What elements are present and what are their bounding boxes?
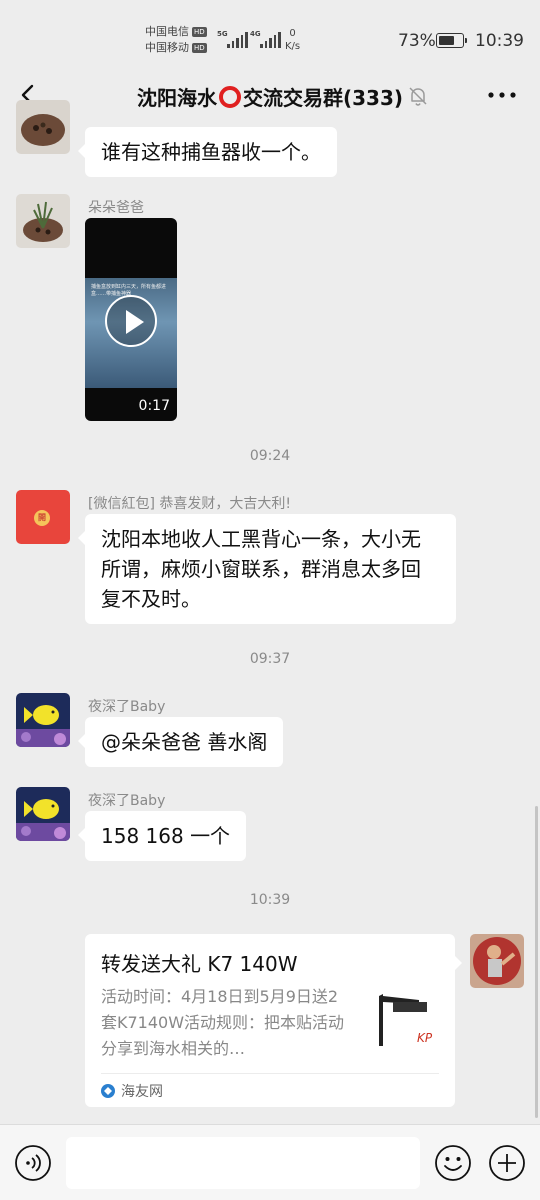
timestamp: 09:37 (249, 651, 291, 667)
sender-name: 夜深了Baby (88, 699, 166, 715)
hd-badge-2: HD (192, 43, 207, 53)
carrier-2: 中国移动 (145, 41, 189, 54)
carrier-1: 中国电信 (145, 25, 189, 38)
status-bar: 中国电信 HD 中国移动 HD 5G 4G 0 K/s 73% 10:39 (0, 0, 540, 72)
chat-title: 沈阳海水 交流交易群(333) (0, 82, 540, 111)
message-text: 谁有这种捕鱼器收一个。 (101, 140, 321, 164)
bell-off-icon (409, 87, 427, 106)
timestamp: 10:39 (249, 892, 291, 908)
net-speed: 0 K/s (285, 27, 300, 53)
avatar[interactable] (16, 787, 70, 841)
carrier-info: 中国电信 HD 中国移动 HD (145, 24, 207, 56)
scrollbar[interactable] (535, 806, 538, 1118)
mute-indicator (406, 84, 430, 108)
message-input[interactable] (66, 1137, 420, 1189)
chat-title-right: 交流交易群(333) (242, 86, 404, 110)
battery-percent: 73% (398, 31, 436, 51)
card-description: 活动时间：4月18日到5月9日送2套K7140W活动规则：把本贴活动分享到海水相… (101, 987, 345, 1058)
video-message[interactable]: 捕鱼盒放到缸内三天，所有鱼都进盒……带捕鱼神器 0:17 (85, 218, 177, 421)
emoji-icon (435, 1145, 471, 1181)
input-bar (0, 1124, 540, 1200)
shared-link-card[interactable]: 转发送大礼 K7 140W 活动时间：4月18日到5月9日送2套K7140W活动… (85, 934, 462, 1107)
message-bubble[interactable]: @朵朵爸爸 善水阁 (77, 717, 284, 767)
more-functions-button[interactable] (488, 1144, 526, 1182)
sender-name: [微信紅包] 恭喜发财，大吉大利! (88, 496, 291, 512)
chat-title-left: 沈阳海水 (136, 86, 217, 110)
avatar[interactable]: 開 (16, 490, 70, 544)
redpacket-coin-icon: 開 (34, 510, 50, 526)
message-text: 158 168 一个 (101, 824, 231, 848)
red-circle-icon (218, 86, 241, 108)
thumb-brand: KP (417, 1031, 433, 1045)
status-time: 10:39 (475, 31, 524, 51)
card-source-name: 海友网 (121, 1084, 163, 1100)
sender-name: 夜深了Baby (88, 793, 166, 809)
battery-fill (439, 36, 455, 45)
hd-badge-1: HD (192, 27, 207, 37)
message-bubble[interactable]: 沈阳本地收人工黑背心一条，大小无所谓，麻烦小窗联系，群消息太多回复不及时。 (78, 514, 456, 624)
avatar[interactable] (16, 194, 70, 248)
voice-button[interactable] (14, 1144, 52, 1182)
source-logo-icon (101, 1084, 115, 1098)
message-text: @朵朵爸爸 善水阁 (101, 730, 268, 754)
card-source: 海友网 (101, 1081, 163, 1101)
voice-icon (15, 1145, 51, 1181)
timestamp: 09:24 (249, 448, 291, 464)
plus-icon (489, 1145, 525, 1181)
emoji-button[interactable] (434, 1144, 472, 1182)
battery-icon (436, 33, 467, 48)
net-speed-unit: K/s (285, 41, 301, 52)
message-bubble[interactable]: 谁有这种捕鱼器收一个。 (78, 127, 337, 177)
avatar[interactable] (16, 100, 70, 154)
avatar[interactable] (16, 693, 70, 747)
card-thumbnail: KP (371, 986, 441, 1058)
card-title: 转发送大礼 K7 140W (101, 952, 298, 976)
card-divider (101, 1073, 439, 1074)
more-dots-icon (488, 92, 516, 98)
my-avatar[interactable] (470, 934, 524, 988)
message-text: 沈阳本地收人工黑背心一条，大小无所谓，麻烦小窗联系，群消息太多回复不及时。 (101, 527, 421, 611)
more-options-button[interactable] (486, 82, 518, 108)
play-icon[interactable] (105, 295, 157, 347)
net-speed-value: 0 (289, 28, 296, 39)
chat-header: 沈阳海水 交流交易群(333) (0, 72, 540, 118)
message-bubble[interactable]: 158 168 一个 (77, 811, 247, 861)
sender-name: 朵朵爸爸 (88, 200, 144, 216)
video-duration: 0:17 (138, 398, 170, 414)
